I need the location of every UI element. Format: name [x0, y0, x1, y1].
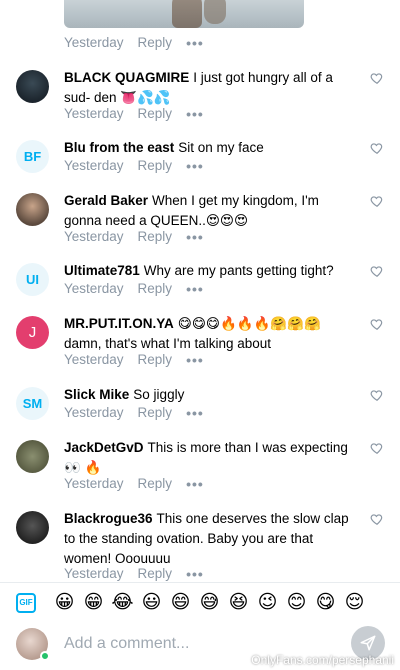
reply-button[interactable]: Reply: [138, 352, 173, 367]
more-icon[interactable]: •••: [186, 159, 204, 173]
heart-icon[interactable]: [370, 194, 384, 208]
comment-meta: Yesterday Reply •••: [64, 281, 204, 296]
more-icon[interactable]: •••: [186, 353, 204, 367]
more-icon[interactable]: •••: [186, 567, 204, 581]
more-icon[interactable]: •••: [186, 230, 204, 244]
comment-time: Yesterday: [64, 566, 124, 581]
more-icon[interactable]: •••: [186, 477, 204, 491]
comment-meta: Yesterday Reply •••: [64, 476, 204, 491]
post-more-icon[interactable]: •••: [186, 36, 204, 50]
heart-icon[interactable]: [370, 388, 384, 402]
reply-button[interactable]: Reply: [138, 476, 173, 491]
emoji-button[interactable]: 😋: [311, 591, 340, 615]
comment-text: Sit on my face: [178, 140, 264, 155]
emoji-button[interactable]: 😄: [166, 591, 195, 615]
comment-meta: Yesterday Reply •••: [64, 106, 204, 121]
reply-button[interactable]: Reply: [138, 281, 173, 296]
comment-body: Blu from the east Sit on my face: [64, 138, 359, 158]
comment-body: BLACK QUAGMIRE I just got hungry all of a…: [64, 68, 359, 108]
more-icon[interactable]: •••: [186, 406, 204, 420]
comment-author[interactable]: Gerald Baker: [64, 193, 148, 208]
comment-meta: Yesterday Reply •••: [64, 158, 204, 173]
post-meta: Yesterday Reply •••: [64, 35, 204, 50]
comment-body: MR.PUT.IT.ON.YA 😋😋😋🔥🔥🔥🤗🤗🤗 damn, that's wh…: [64, 314, 359, 354]
comment-body: Ultimate781 Why are my pants getting tigh…: [64, 261, 359, 281]
reply-button[interactable]: Reply: [138, 106, 173, 121]
emoji-button[interactable]: 😂: [108, 591, 137, 615]
avatar[interactable]: J: [16, 316, 49, 349]
comment-body: Gerald Baker When I get my kingdom, I'm g…: [64, 191, 359, 231]
heart-icon[interactable]: [370, 264, 384, 278]
more-icon[interactable]: •••: [186, 107, 204, 121]
heart-icon[interactable]: [370, 141, 384, 155]
post-reply-button[interactable]: Reply: [138, 35, 173, 50]
avatar[interactable]: [16, 440, 49, 473]
comment-time: Yesterday: [64, 405, 124, 420]
comment-author[interactable]: JackDetGvD: [64, 440, 144, 455]
comment-text: So jiggly: [133, 387, 185, 402]
comment-author[interactable]: Ultimate781: [64, 263, 140, 278]
comment-time: Yesterday: [64, 106, 124, 121]
comment-meta: Yesterday Reply •••: [64, 229, 204, 244]
emoji-button[interactable]: 😆: [224, 591, 253, 615]
emoji-button[interactable]: 😃: [137, 591, 166, 615]
watermark: OnlyFans.com/persephanii: [251, 653, 394, 667]
heart-icon[interactable]: [370, 441, 384, 455]
comment-author[interactable]: Blackrogue36: [64, 511, 153, 526]
emoji-bar: GIF 😀 😁 😂 😃 😄 😅 😆 😉 😊 😋 😌: [0, 582, 400, 622]
avatar[interactable]: SM: [16, 387, 49, 420]
emoji-button[interactable]: 😀: [50, 591, 79, 615]
emoji-button[interactable]: 😅: [195, 591, 224, 615]
gif-icon[interactable]: GIF: [16, 592, 36, 613]
heart-icon[interactable]: [370, 71, 384, 85]
comment-meta: Yesterday Reply •••: [64, 566, 204, 581]
comment-meta: Yesterday Reply •••: [64, 352, 204, 367]
comment-composer: OnlyFans.com/persephanii: [0, 622, 400, 670]
comment-author[interactable]: BLACK QUAGMIRE: [64, 70, 189, 85]
comment-time: Yesterday: [64, 229, 124, 244]
reply-button[interactable]: Reply: [138, 405, 173, 420]
heart-icon[interactable]: [370, 512, 384, 526]
comment-time: Yesterday: [64, 158, 124, 173]
online-status-icon: [40, 651, 50, 661]
comment-author[interactable]: Blu from the east: [64, 140, 174, 155]
reply-button[interactable]: Reply: [138, 566, 173, 581]
comment-body: Blackrogue36 This one deserves the slow c…: [64, 509, 359, 569]
avatar[interactable]: [16, 511, 49, 544]
emoji-button[interactable]: 😌: [340, 591, 369, 615]
comment-author[interactable]: Slick Mike: [64, 387, 129, 402]
send-icon: [360, 635, 376, 651]
more-icon[interactable]: •••: [186, 282, 204, 296]
emoji-button[interactable]: 😁: [79, 591, 108, 615]
avatar[interactable]: [16, 193, 49, 226]
comment-body: JackDetGvD This is more than I was expect…: [64, 438, 359, 478]
post-image[interactable]: [64, 0, 304, 28]
emoji-button[interactable]: 😉: [253, 591, 282, 615]
comment-text: Why are my pants getting tight?: [143, 263, 334, 278]
avatar[interactable]: UI: [16, 263, 49, 296]
avatar[interactable]: [16, 70, 49, 103]
reply-button[interactable]: Reply: [138, 158, 173, 173]
post-time: Yesterday: [64, 35, 124, 50]
reply-button[interactable]: Reply: [138, 229, 173, 244]
avatar[interactable]: BF: [16, 140, 49, 173]
emoji-button[interactable]: 😊: [282, 591, 311, 615]
heart-icon[interactable]: [370, 317, 384, 331]
comment-meta: Yesterday Reply •••: [64, 405, 204, 420]
comment-time: Yesterday: [64, 476, 124, 491]
comment-time: Yesterday: [64, 352, 124, 367]
comment-author[interactable]: MR.PUT.IT.ON.YA: [64, 316, 174, 331]
emoji-list: 😀 😁 😂 😃 😄 😅 😆 😉 😊 😋 😌: [50, 591, 369, 615]
comment-body: Slick Mike So jiggly: [64, 385, 359, 405]
comment-time: Yesterday: [64, 281, 124, 296]
